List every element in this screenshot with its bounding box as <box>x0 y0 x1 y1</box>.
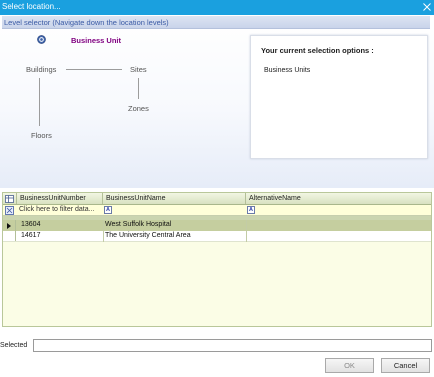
business-unit-grid: BusinessUnitNumber BusinessUnitName Alte… <box>2 192 432 327</box>
column-label: BusinessUnitName <box>106 195 166 202</box>
column-divider <box>103 220 104 242</box>
selected-field[interactable] <box>33 339 432 352</box>
table-row[interactable]: 13604 West Suffolk Hospital <box>3 220 431 231</box>
connector-line <box>138 78 139 99</box>
filter-icon[interactable] <box>5 206 14 215</box>
column-header-business-unit-number[interactable]: BusinessUnitNumber <box>17 193 103 204</box>
ok-button[interactable]: OK <box>325 358 374 373</box>
close-button[interactable] <box>420 0 434 15</box>
selection-options-title: Your current selection options : <box>261 46 374 55</box>
level-selector-panel: Level selector (Navigate down the locati… <box>0 15 434 188</box>
level-node-business-unit[interactable]: Business Unit <box>71 36 121 45</box>
filter-placeholder[interactable]: Click here to filter data... <box>19 206 94 213</box>
table-row[interactable]: 14617 The University Central Area <box>3 231 431 242</box>
title-bar: Select location... <box>0 0 434 15</box>
level-selector-title: Level selector (Navigate down the locati… <box>4 18 169 27</box>
filter-row[interactable]: Click here to filter data... A A <box>3 205 431 216</box>
column-header-alternative-name[interactable]: AlternativeName <box>246 193 431 204</box>
cell-number: 13604 <box>21 221 41 228</box>
cell-name: The University Central Area <box>105 232 191 239</box>
column-label: BusinessUnitNumber <box>20 195 86 202</box>
row-selector[interactable] <box>3 231 16 241</box>
selection-options-value: Business Units <box>264 67 311 74</box>
navigate-up-icon[interactable] <box>37 35 46 44</box>
connector-line <box>39 78 40 126</box>
filter-operator-alt-icon[interactable]: A <box>247 206 255 214</box>
cancel-button[interactable]: Cancel <box>381 358 430 373</box>
filter-operator-name-icon[interactable]: A <box>104 206 112 214</box>
level-selector-header: Level selector (Navigate down the locati… <box>2 16 430 29</box>
close-icon <box>423 3 431 11</box>
column-label: AlternativeName <box>249 195 301 202</box>
level-node-buildings[interactable]: Buildings <box>26 65 56 74</box>
cell-number: 14617 <box>21 232 41 239</box>
selected-label: Selected <box>0 342 28 349</box>
level-node-zones[interactable]: Zones <box>128 104 149 113</box>
cell-name: West Suffolk Hospital <box>105 221 172 228</box>
current-row-arrow-icon <box>7 223 11 229</box>
level-node-floors[interactable]: Floors <box>31 131 52 140</box>
column-chooser-button[interactable] <box>3 193 17 204</box>
column-header-business-unit-name[interactable]: BusinessUnitName <box>103 193 246 204</box>
window-title: Select location... <box>2 2 61 11</box>
grid-header: BusinessUnitNumber BusinessUnitName Alte… <box>3 193 431 205</box>
selection-options-box: Your current selection options : Busines… <box>250 35 428 159</box>
column-chooser-icon <box>5 195 14 203</box>
connector-line <box>66 69 122 70</box>
level-node-sites[interactable]: Sites <box>130 65 147 74</box>
row-selector[interactable] <box>3 220 16 231</box>
column-divider <box>246 220 247 242</box>
